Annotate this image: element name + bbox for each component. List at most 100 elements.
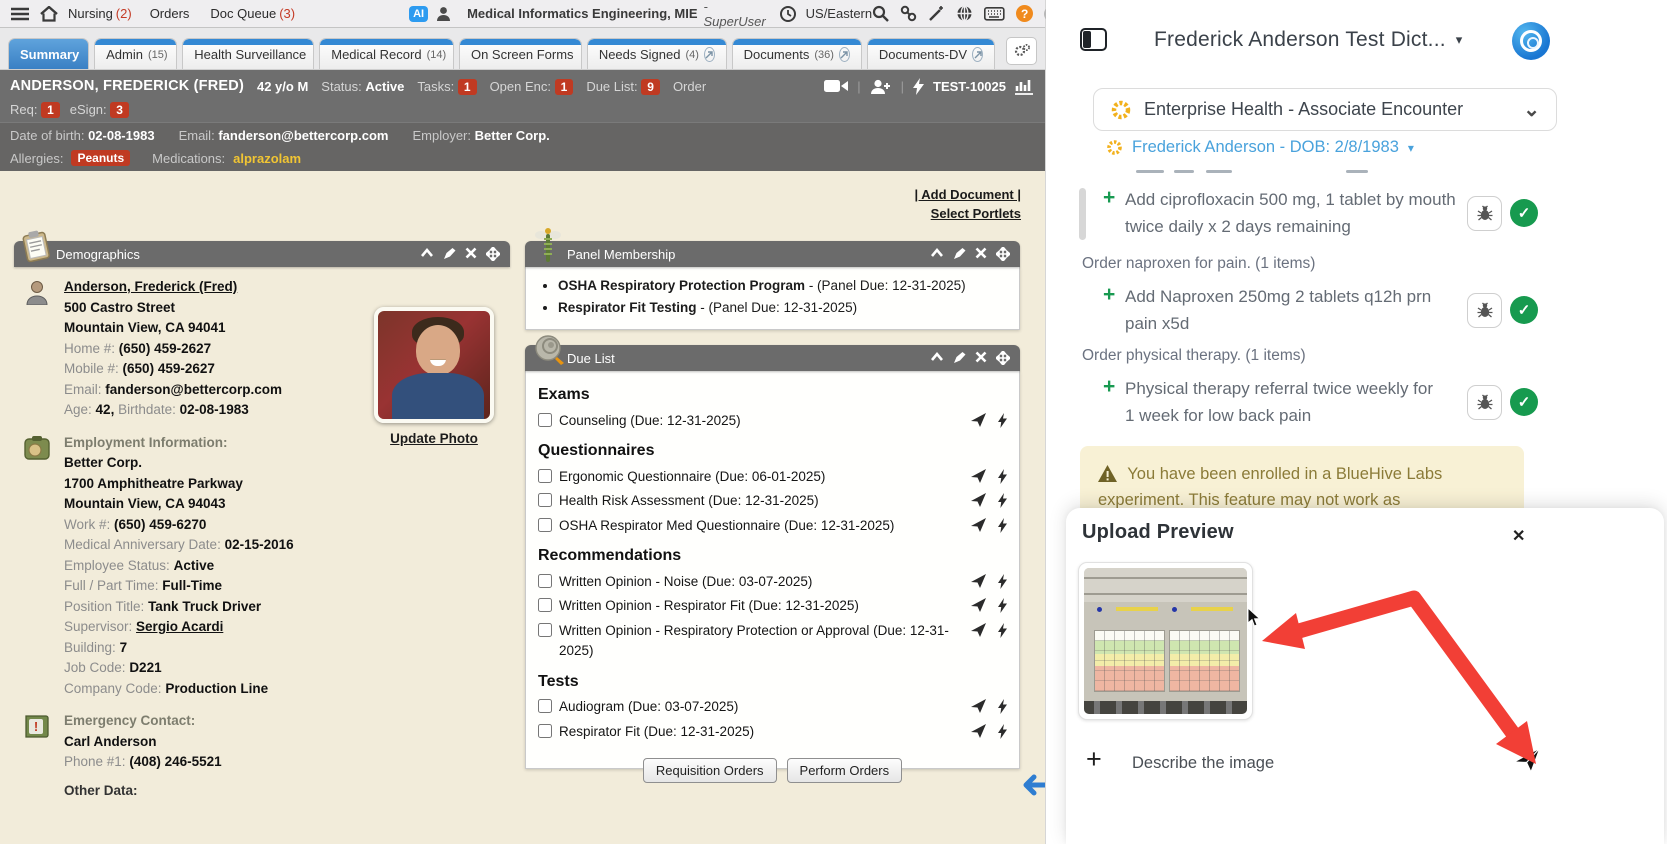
tab-documents[interactable]: Documents(36) — [732, 38, 862, 69]
send-icon[interactable] — [971, 574, 986, 588]
lightning-icon[interactable] — [998, 598, 1007, 613]
collapse-panel-arrow-icon[interactable] — [1020, 772, 1045, 803]
home-icon[interactable] — [40, 6, 58, 22]
tab-summary[interactable]: Summary — [8, 38, 89, 69]
app-logo[interactable] — [1512, 22, 1550, 60]
allergy-badge[interactable]: Peanuts — [71, 150, 130, 166]
perform-orders-button[interactable]: Perform Orders — [787, 758, 903, 783]
order-link[interactable]: Order — [673, 79, 706, 94]
close-icon[interactable] — [975, 247, 987, 259]
close-icon[interactable] — [465, 247, 477, 259]
demographics-header[interactable]: Demographics — [14, 241, 510, 267]
due-list-count[interactable]: Due List: 9 — [586, 79, 660, 94]
due-item-checkbox[interactable] — [538, 518, 552, 532]
close-icon[interactable]: ✕ — [1512, 526, 1525, 546]
send-icon[interactable] — [971, 623, 986, 637]
upload-thumbnail[interactable] — [1078, 562, 1253, 720]
select-portlets-link[interactable]: Select Portlets — [915, 204, 1021, 223]
lightning-icon[interactable] — [998, 724, 1007, 739]
video-camera-icon[interactable] — [824, 79, 848, 93]
encounter-selector[interactable]: Enterprise Health - Associate Encounter … — [1093, 88, 1557, 131]
send-icon[interactable] — [971, 493, 986, 507]
ai-badge[interactable]: AI — [409, 6, 428, 22]
send-icon[interactable] — [971, 598, 986, 612]
due-item-checkbox[interactable] — [538, 574, 552, 588]
add-document-link[interactable]: | Add Document | — [915, 185, 1021, 204]
chart-icon[interactable] — [1015, 78, 1035, 95]
tab-needs-signed[interactable]: Needs Signed(4) — [587, 38, 727, 69]
tab-admin[interactable]: Admin(15) — [94, 38, 177, 69]
collapse-icon[interactable] — [930, 351, 944, 363]
move-icon[interactable] — [996, 351, 1010, 365]
search-icon[interactable] — [872, 5, 889, 22]
nav-orders[interactable]: Orders — [150, 6, 193, 21]
wand-icon[interactable] — [928, 5, 945, 22]
scrollbar-thumb[interactable] — [1079, 188, 1086, 240]
debug-button[interactable] — [1467, 196, 1502, 231]
dictation-title-dropdown[interactable]: Frederick Anderson Test Dict... ▾ — [1154, 28, 1462, 52]
add-order-icon[interactable]: + — [1103, 375, 1125, 399]
lightning-icon[interactable] — [998, 469, 1007, 484]
due-item-checkbox[interactable] — [538, 699, 552, 713]
lightning-icon[interactable] — [998, 699, 1007, 714]
debug-button[interactable] — [1467, 385, 1502, 420]
send-icon[interactable] — [971, 413, 986, 427]
open-enc-count-badge[interactable]: 1 — [555, 79, 574, 95]
send-icon[interactable] — [971, 699, 986, 713]
lightning-icon[interactable] — [998, 413, 1007, 428]
edit-icon[interactable] — [443, 247, 456, 260]
lightning-icon[interactable] — [913, 78, 924, 95]
edit-icon[interactable] — [953, 247, 966, 260]
debug-button[interactable] — [1467, 293, 1502, 328]
req-count[interactable]: Req: 1 — [10, 102, 60, 117]
due-list-count-badge[interactable]: 9 — [641, 79, 660, 95]
nav-nursing[interactable]: Nursing(2) — [68, 6, 132, 21]
patient-context-dropdown[interactable]: Frederick Anderson - DOB: 2/8/1983 ▾ — [1106, 138, 1414, 157]
lightning-icon[interactable] — [998, 623, 1007, 638]
move-icon[interactable] — [486, 247, 500, 261]
due-item-checkbox[interactable] — [538, 623, 552, 637]
add-person-icon[interactable] — [870, 79, 892, 94]
lightning-icon[interactable] — [998, 518, 1007, 533]
send-icon[interactable] — [971, 469, 986, 483]
sidebar-toggle-icon[interactable] — [1080, 28, 1107, 51]
link-icon[interactable] — [900, 5, 917, 22]
keyboard-icon[interactable] — [984, 7, 1005, 21]
close-icon[interactable] — [975, 351, 987, 363]
tab-on-screen-forms[interactable]: On Screen Forms — [459, 38, 582, 69]
send-icon[interactable] — [1514, 748, 1540, 777]
due-item-checkbox[interactable] — [538, 413, 552, 427]
attach-plus-button[interactable]: + — [1086, 744, 1102, 775]
patient-name[interactable]: ANDERSON, FREDERICK (FRED) — [10, 78, 244, 94]
due-item-checkbox[interactable] — [538, 493, 552, 507]
send-icon[interactable] — [971, 724, 986, 738]
update-photo-link[interactable]: Update Photo — [390, 429, 478, 450]
lightning-icon[interactable] — [998, 574, 1007, 589]
timezone-label[interactable]: US/Eastern — [806, 6, 872, 21]
due-item-checkbox[interactable] — [538, 598, 552, 612]
send-icon[interactable] — [971, 518, 986, 532]
edit-icon[interactable] — [953, 351, 966, 364]
add-order-icon[interactable]: + — [1103, 186, 1125, 210]
hamburger-menu-icon[interactable] — [10, 7, 30, 21]
tasks[interactable]: Tasks: 1 — [417, 79, 476, 94]
medication-value[interactable]: alprazolam — [233, 151, 301, 166]
panel-membership-header[interactable]: Panel Membership — [525, 241, 1020, 267]
requisition-orders-button[interactable]: Requisition Orders — [643, 758, 777, 783]
open-encounters[interactable]: Open Enc: 1 — [490, 79, 574, 94]
move-icon[interactable] — [996, 247, 1010, 261]
add-order-icon[interactable]: + — [1103, 283, 1125, 307]
collapse-icon[interactable] — [420, 247, 434, 259]
supervisor-link[interactable]: Sergio Acardi — [136, 619, 223, 634]
due-list-header[interactable]: Due List — [525, 345, 1020, 371]
tab-health-surveillance[interactable]: Health Surveillance — [182, 38, 314, 69]
esign-count[interactable]: eSign: 3 — [70, 102, 129, 117]
describe-image-input[interactable]: Describe the image — [1132, 754, 1274, 773]
lightning-icon[interactable] — [998, 493, 1007, 508]
nav-doc-queue[interactable]: Doc Queue(3) — [210, 6, 295, 21]
due-item-checkbox[interactable] — [538, 724, 552, 738]
tab-documents-dv[interactable]: Documents-DV — [867, 38, 995, 69]
tasks-count-badge[interactable]: 1 — [458, 79, 477, 95]
tab-medical-record[interactable]: Medical Record(14) — [319, 38, 454, 69]
tab-settings-button[interactable] — [1006, 37, 1037, 65]
